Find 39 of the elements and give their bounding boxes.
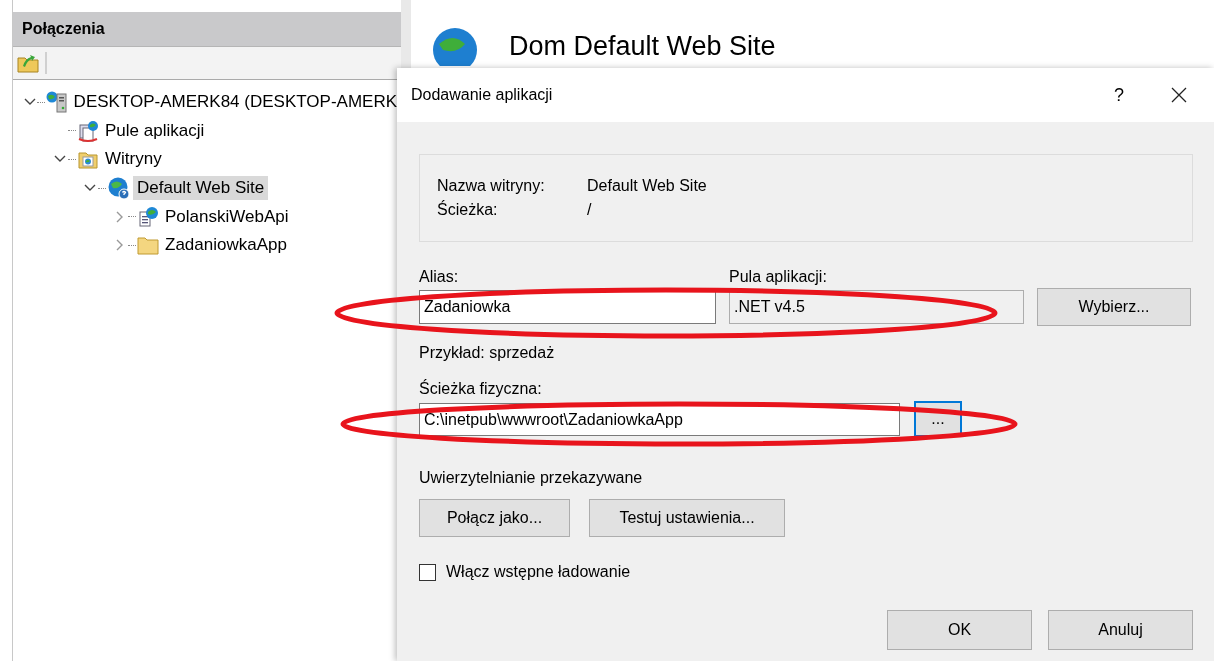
info-label: Ścieżka: <box>437 201 499 219</box>
dialog-button[interactable]: Anuluj <box>1048 610 1193 650</box>
app-pool-icon <box>77 119 99 142</box>
help-button[interactable]: ? <box>1094 84 1144 106</box>
tree-item[interactable]: Default Web Site <box>133 176 269 201</box>
field-label: Alias: <box>419 268 459 286</box>
page-title: Dom Default Web Site <box>509 30 776 62</box>
info-label: Nazwa witryny: <box>437 177 546 195</box>
collapse-chevron-icon[interactable] <box>23 98 36 107</box>
panel-title: Połączenia <box>13 12 401 47</box>
section-label: Uwierzytelnianie przekazywane <box>419 469 644 487</box>
dialog-title: Dodawanie aplikacji <box>411 86 554 104</box>
tree-item[interactable]: PolanskiWebApi <box>161 204 293 229</box>
field-label: Pula aplikacji: <box>729 268 827 286</box>
collapse-chevron-icon[interactable] <box>84 184 96 193</box>
globe-icon <box>431 26 479 66</box>
info-value: Default Web Site <box>587 177 708 195</box>
expand-chevron-icon[interactable] <box>116 210 124 223</box>
select-button[interactable]: Wybierz... <box>1037 288 1191 326</box>
tree-item[interactable]: Pule aplikacji <box>101 118 209 143</box>
info-value: / <box>587 201 593 219</box>
close-icon[interactable] <box>1171 87 1187 103</box>
server-icon <box>45 91 68 114</box>
field-label: Ścieżka fizyczna: <box>419 380 542 398</box>
checkbox-label: Włącz wstępne ładowanie <box>446 563 631 581</box>
application-icon <box>137 205 159 228</box>
tree-item[interactable]: Witryny <box>101 147 166 172</box>
hint-text: Przykład: sprzedaż <box>419 344 555 363</box>
checkbox[interactable] <box>419 563 436 581</box>
collapse-chevron-icon[interactable] <box>54 155 66 164</box>
folder-icon <box>137 234 159 257</box>
tree-item[interactable]: ZadaniowkaApp <box>161 233 291 258</box>
connect-folder-icon[interactable] <box>17 53 39 73</box>
expand-chevron-icon[interactable] <box>116 239 124 252</box>
tree-item[interactable]: DESKTOP-AMERK84 (DESKTOP-AMERK <box>69 90 401 115</box>
globe-icon <box>107 176 131 201</box>
dialog-button[interactable]: Połącz jako... <box>419 499 570 537</box>
dialog-button[interactable]: OK <box>887 610 1032 650</box>
dialog-button[interactable]: Testuj ustawienia... <box>589 499 785 537</box>
